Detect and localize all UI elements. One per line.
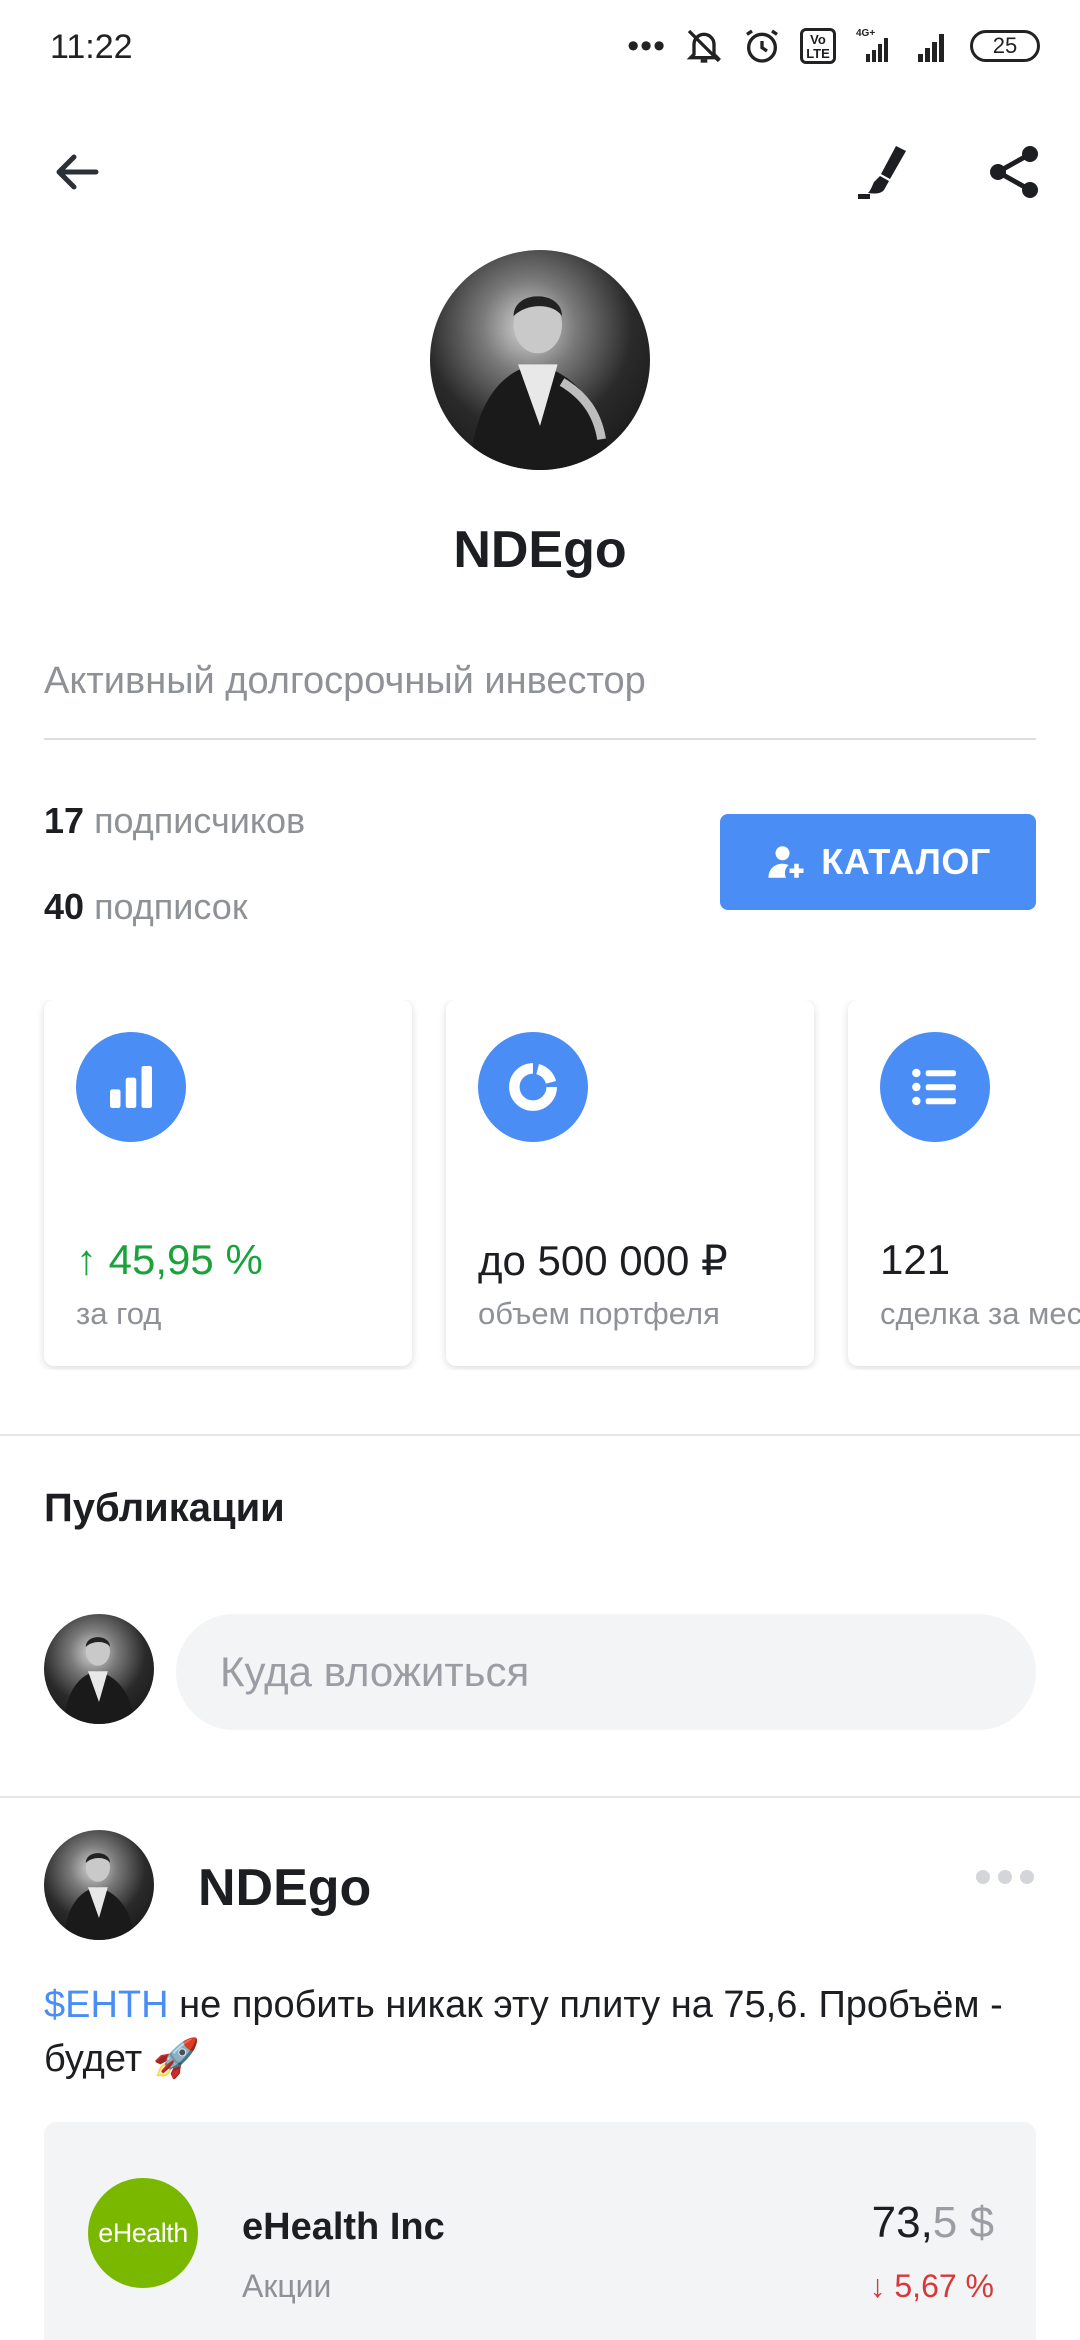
post-text: $EHTH не пробить никак эту плиту на 75,6… — [44, 1978, 1044, 2086]
status-bar: 11:22 ••• Vo LTE 4G+ 25 — [0, 0, 1080, 96]
instrument-type: Акции — [242, 2268, 332, 2304]
add-user-icon — [768, 846, 804, 878]
alarm-icon — [746, 29, 778, 63]
divider — [0, 1434, 1080, 1436]
catalog-button-label: КАТАЛОГ — [821, 841, 991, 882]
instrument-price: 73,5 $ — [871, 2198, 994, 2247]
catalog-button[interactable]: КАТАЛОГ — [720, 814, 1036, 910]
profile-avatar[interactable] — [430, 250, 650, 470]
instrument-name: eHealth Inc — [242, 2206, 445, 2248]
stat-card-yearly-return[interactable]: ↑ 45,95 % за год — [44, 1000, 412, 1366]
divider — [44, 738, 1036, 740]
arrow-down-icon: ↓ — [869, 2268, 886, 2304]
stat-value: 121 — [880, 1236, 951, 1283]
signal-icon — [918, 34, 944, 62]
followers-count: 17 — [44, 800, 85, 841]
stat-label: сделка за месяц — [880, 1296, 1080, 1331]
more-options-icon[interactable] — [976, 1870, 1034, 1884]
profile-username: NDEgo — [453, 521, 627, 579]
post-author-avatar[interactable] — [44, 1830, 154, 1940]
stat-value: до 500 000 ₽ — [478, 1237, 728, 1284]
stat-label: за год — [76, 1296, 162, 1331]
instrument-change: ↓ 5,67 % — [869, 2268, 994, 2304]
muted-bell-icon — [686, 29, 722, 63]
profile-bio: Активный долгосрочный инвестор — [44, 660, 646, 702]
followers-stat[interactable]: 17 подписчиков — [44, 800, 305, 842]
more-notifications-icon: ••• — [627, 27, 666, 65]
volte-icon: Vo LTE — [800, 28, 836, 64]
ehealth-logo: eHealth — [88, 2178, 198, 2288]
instrument-card[interactable]: eHealth eHealth Inc Акции 73,5 $ ↓ 5,67 … — [44, 2122, 1036, 2340]
post-body: не пробить никак эту плиту на 75,6. Проб… — [44, 1984, 1003, 2080]
signal-4g-icon: 4G+ — [856, 28, 888, 62]
back-arrow-icon[interactable] — [46, 140, 110, 204]
donut-chart-icon — [478, 1032, 588, 1142]
stat-card-portfolio-size[interactable]: до 500 000 ₽ объем портфеля — [446, 1000, 814, 1366]
stat-card-monthly-trades[interactable]: 121 сделка за месяц — [848, 1000, 1080, 1366]
publications-title: Публикации — [44, 1486, 285, 1530]
bar-chart-icon — [76, 1032, 186, 1142]
post-ticker-link[interactable]: $EHTH — [44, 1984, 169, 2026]
following-stat[interactable]: 40 подписок — [44, 886, 248, 928]
status-time: 11:22 — [50, 28, 133, 66]
stat-cards: ↑ 45,95 % за год до 500 000 ₽ объем порт… — [0, 1000, 1080, 1370]
stat-value: ↑ 45,95 % — [76, 1236, 263, 1283]
composer-avatar — [44, 1614, 154, 1724]
arrow-up-icon: ↑ — [76, 1236, 97, 1283]
edit-brush-icon[interactable] — [852, 140, 916, 204]
divider — [0, 1796, 1080, 1798]
post-author-name[interactable]: NDEgo — [198, 1858, 371, 1918]
svg-text:4G+: 4G+ — [856, 28, 875, 39]
stat-label: объем портфеля — [478, 1296, 720, 1331]
list-icon — [880, 1032, 990, 1142]
followers-label: подписчиков — [94, 800, 306, 841]
compose-post-input[interactable]: Куда вложиться — [176, 1614, 1036, 1730]
following-label: подписок — [94, 886, 248, 927]
status-icons: ••• Vo LTE 4G+ 25 — [627, 26, 1040, 66]
following-count: 40 — [44, 886, 85, 927]
battery-icon: 25 — [970, 30, 1040, 62]
share-icon[interactable] — [982, 140, 1046, 204]
